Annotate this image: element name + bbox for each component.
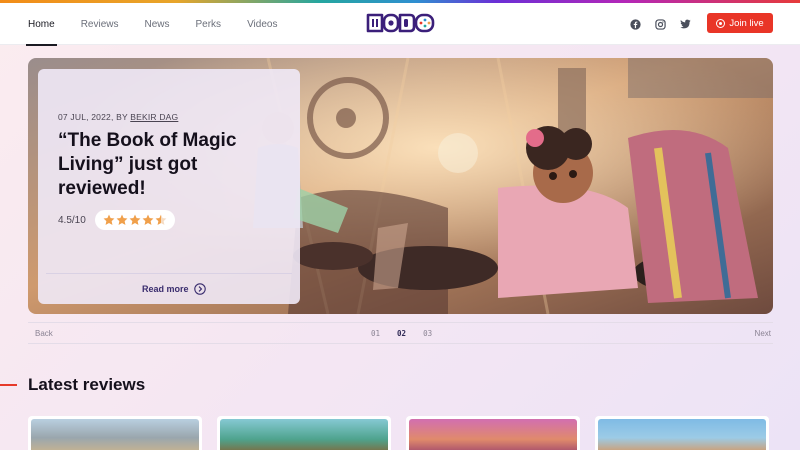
nav-item-videos[interactable]: Videos	[247, 3, 277, 45]
carousel-page-2[interactable]: 02	[397, 329, 406, 338]
review-image-1	[31, 419, 199, 450]
latest-reviews-heading: Latest reviews	[28, 375, 146, 394]
facebook-icon[interactable]	[628, 17, 642, 31]
star-rating	[95, 210, 175, 230]
post-meta: 07 JUL, 2022, BY BEKIR DAG	[58, 112, 178, 122]
post-date: 07 JUL, 2022, BY	[58, 112, 128, 122]
nav-item-home[interactable]: Home	[26, 3, 57, 46]
review-thumbnail-1[interactable]	[28, 416, 202, 450]
arrow-circle-right-icon	[193, 283, 206, 295]
review-image-2	[220, 419, 388, 450]
review-thumbnail-3[interactable]	[406, 416, 580, 450]
star-4-icon	[142, 214, 154, 225]
review-thumbnail-4[interactable]	[595, 416, 769, 450]
star-rating-icons	[103, 214, 167, 225]
nav-item-reviews[interactable]: Reviews	[81, 3, 119, 45]
main-nav: Home Reviews News Perks Videos	[26, 3, 303, 46]
carousel-next-button[interactable]: Next	[755, 329, 771, 338]
carousel-page-numbers: 01 02 03	[371, 329, 449, 338]
section-accent-line	[0, 384, 17, 386]
review-score: 4.5/10	[58, 215, 86, 226]
join-live-label: Join live	[729, 17, 764, 29]
star-5-icon	[155, 214, 167, 225]
star-2-icon	[116, 214, 128, 225]
star-1-icon	[103, 214, 115, 225]
carousel-page-1[interactable]: 01	[371, 329, 380, 338]
star-3-icon	[129, 214, 141, 225]
read-more-label: Read more	[142, 284, 189, 294]
post-author-link[interactable]: BEKIR DAG	[130, 112, 178, 122]
carousel-page-3[interactable]: 03	[423, 329, 432, 338]
review-image-4	[598, 419, 766, 450]
review-image-3	[409, 419, 577, 450]
review-thumbnail-2[interactable]	[217, 416, 391, 450]
featured-title: “The Book of Magic Living” just got revi…	[58, 130, 237, 199]
twitter-icon[interactable]	[678, 17, 692, 31]
nav-item-news[interactable]: News	[144, 3, 169, 45]
read-more-link[interactable]: Read more	[142, 283, 206, 295]
site-header: Home Reviews News Perks Videos Join live	[0, 3, 800, 46]
wodo-logo[interactable]	[366, 10, 436, 36]
nav-item-perks[interactable]: Perks	[196, 3, 222, 45]
social-links	[628, 3, 703, 45]
featured-review-card: 07 JUL, 2022, BY BEKIR DAG “The Book of …	[38, 69, 300, 304]
instagram-icon[interactable]	[653, 17, 667, 31]
carousel-pager: Back 01 02 03 Next	[28, 322, 773, 344]
card-divider	[46, 273, 292, 274]
join-live-button[interactable]: Join live	[707, 13, 773, 33]
carousel-back-button[interactable]: Back	[35, 329, 53, 338]
live-record-icon	[716, 18, 726, 28]
